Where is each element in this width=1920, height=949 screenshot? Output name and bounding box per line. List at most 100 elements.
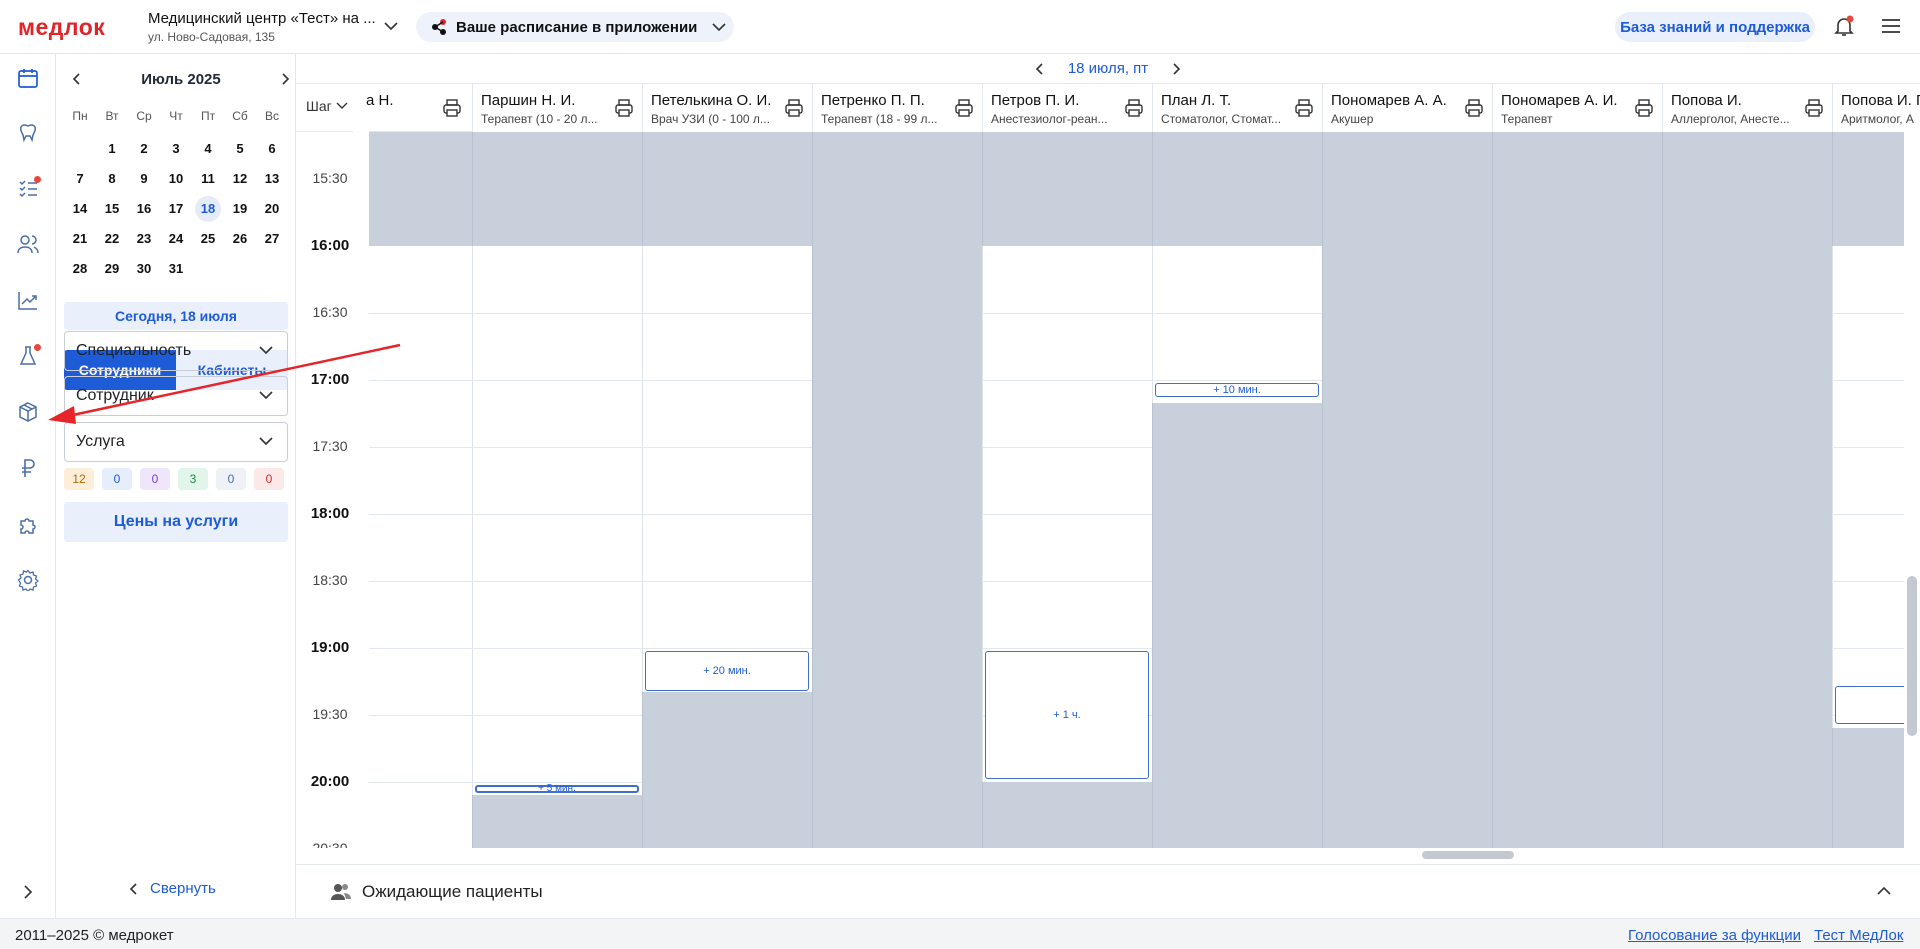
- calendar-day[interactable]: 6: [256, 134, 288, 164]
- test-link[interactable]: Тест МедЛок: [1814, 927, 1903, 944]
- menu-icon[interactable]: [1880, 16, 1902, 36]
- schedule-app-button[interactable]: Ваше расписание в приложении: [416, 12, 734, 42]
- calendar-day[interactable]: 23: [128, 224, 160, 254]
- tooth-icon[interactable]: [14, 118, 42, 146]
- calendar-day[interactable]: 10: [160, 164, 192, 194]
- chevron-right-icon[interactable]: [278, 72, 292, 86]
- vote-link[interactable]: Голосование за функции: [1628, 927, 1801, 944]
- count-badge[interactable]: 0: [216, 468, 246, 490]
- printer-icon[interactable]: [1294, 98, 1314, 118]
- chevron-right-icon[interactable]: [18, 882, 38, 902]
- step-selector[interactable]: Шаг: [306, 98, 348, 114]
- printer-icon[interactable]: [1804, 98, 1824, 118]
- calendar-day[interactable]: 7: [64, 164, 96, 194]
- calendar-day[interactable]: 16: [128, 194, 160, 224]
- tasks-icon[interactable]: [14, 174, 42, 202]
- ruble-icon[interactable]: [14, 454, 42, 482]
- calendar-day[interactable]: 15: [96, 194, 128, 224]
- logo[interactable]: медлок: [18, 14, 105, 41]
- puzzle-icon[interactable]: [14, 510, 42, 538]
- calendar-day[interactable]: 9: [128, 164, 160, 194]
- calendar-day[interactable]: 17: [160, 194, 192, 224]
- count-badge[interactable]: 0: [254, 468, 284, 490]
- gear-icon[interactable]: [14, 566, 42, 594]
- chart-icon[interactable]: [14, 286, 42, 314]
- prices-button[interactable]: Цены на услуги: [64, 502, 288, 542]
- calendar-day[interactable]: 4: [192, 134, 224, 164]
- chevron-left-icon[interactable]: [1034, 62, 1046, 76]
- count-badge[interactable]: 0: [140, 468, 170, 490]
- doctor-header[interactable]: План Л. Т. Стоматолог, Стомат...: [1152, 84, 1322, 132]
- calendar-day[interactable]: 1: [96, 134, 128, 164]
- calendar-day[interactable]: 27: [256, 224, 288, 254]
- calendar-icon[interactable]: [0, 56, 56, 100]
- service-select[interactable]: Услуга: [64, 422, 288, 462]
- calendar-day[interactable]: 13: [256, 164, 288, 194]
- bell-icon[interactable]: [1832, 14, 1856, 38]
- printer-icon[interactable]: [784, 98, 804, 118]
- count-badge[interactable]: 0: [102, 468, 132, 490]
- free-slot[interactable]: + 1 ч.: [985, 651, 1149, 779]
- free-slot[interactable]: + 2: [1835, 686, 1904, 724]
- calendar-day[interactable]: 11: [192, 164, 224, 194]
- employee-select[interactable]: Сотрудник: [64, 376, 288, 416]
- calendar-day[interactable]: 18: [192, 194, 224, 224]
- scroll-thumb[interactable]: [1422, 851, 1514, 859]
- chevron-down-icon[interactable]: [383, 20, 399, 32]
- free-slot[interactable]: + 20 мин.: [645, 651, 809, 691]
- specialty-select[interactable]: Специальность: [64, 331, 288, 371]
- doctor-header[interactable]: Петелькина О. И. Врач УЗИ (0 - 100 л...: [642, 84, 812, 132]
- count-badge[interactable]: 12: [64, 468, 94, 490]
- doctor-header[interactable]: Пономарев А. И. Терапевт: [1492, 84, 1662, 132]
- free-time-area[interactable]: [369, 246, 472, 848]
- free-time-area[interactable]: [1832, 246, 1904, 729]
- knowledge-base-button[interactable]: База знаний и поддержка: [1615, 12, 1815, 42]
- calendar-day[interactable]: 14: [64, 194, 96, 224]
- doctor-header[interactable]: Попова И. Аллерголог, Анесте...: [1662, 84, 1832, 132]
- calendar-day[interactable]: 8: [96, 164, 128, 194]
- collapse-button[interactable]: Свернуть: [128, 880, 216, 897]
- flask-icon[interactable]: [14, 342, 42, 370]
- free-slot[interactable]: + 5 мин.: [475, 784, 639, 794]
- doctor-header[interactable]: Пономарев А. А. Акушер: [1322, 84, 1492, 132]
- calendar-day[interactable]: 30: [128, 254, 160, 284]
- printer-icon[interactable]: [442, 98, 462, 118]
- printer-icon[interactable]: [1124, 98, 1144, 118]
- calendar-day[interactable]: 28: [64, 254, 96, 284]
- calendar-day[interactable]: 12: [224, 164, 256, 194]
- scroll-thumb[interactable]: [1907, 576, 1917, 736]
- calendar-day[interactable]: 20: [256, 194, 288, 224]
- chevron-right-icon[interactable]: [1170, 62, 1182, 76]
- calendar-day[interactable]: 2: [128, 134, 160, 164]
- doctor-header[interactable]: Петренко П. П. Терапевт (18 - 99 л...: [812, 84, 982, 132]
- current-date[interactable]: 18 июля, пт: [1068, 60, 1148, 77]
- count-badge[interactable]: 3: [178, 468, 208, 490]
- calendar-day[interactable]: 25: [192, 224, 224, 254]
- calendar-day[interactable]: 29: [96, 254, 128, 284]
- clinic-selector[interactable]: Медицинский центр «Тест» на ... ул. Ново…: [148, 10, 376, 44]
- calendar-day[interactable]: 19: [224, 194, 256, 224]
- today-button[interactable]: Сегодня, 18 июля: [64, 302, 288, 330]
- chevron-up-icon[interactable]: [1876, 885, 1892, 897]
- calendar-day[interactable]: 31: [160, 254, 192, 284]
- vertical-scrollbar[interactable]: [1904, 132, 1920, 848]
- horizontal-scrollbar[interactable]: [368, 848, 1904, 862]
- printer-icon[interactable]: [1634, 98, 1654, 118]
- box-icon[interactable]: [14, 398, 42, 426]
- free-time-area[interactable]: [472, 246, 642, 796]
- printer-icon[interactable]: [614, 98, 634, 118]
- waiting-patients-panel[interactable]: Ожидающие пациенты: [296, 864, 1920, 918]
- printer-icon[interactable]: [1464, 98, 1484, 118]
- chevron-left-icon[interactable]: [70, 72, 84, 86]
- calendar-day[interactable]: 21: [64, 224, 96, 254]
- users-icon[interactable]: [14, 230, 42, 258]
- free-slot[interactable]: + 10 мин.: [1155, 383, 1319, 397]
- calendar-day[interactable]: 24: [160, 224, 192, 254]
- calendar-day[interactable]: 5: [224, 134, 256, 164]
- printer-icon[interactable]: [954, 98, 974, 118]
- doctor-header[interactable]: Попова И. Г. Аритмолог, А: [1832, 84, 1920, 132]
- doctor-header[interactable]: Паршин Н. И. Терапевт (10 - 20 л...: [472, 84, 642, 132]
- calendar-day[interactable]: 3: [160, 134, 192, 164]
- doctor-header[interactable]: Петров П. И. Анестезиолог-реан...: [982, 84, 1152, 132]
- calendar-day[interactable]: 22: [96, 224, 128, 254]
